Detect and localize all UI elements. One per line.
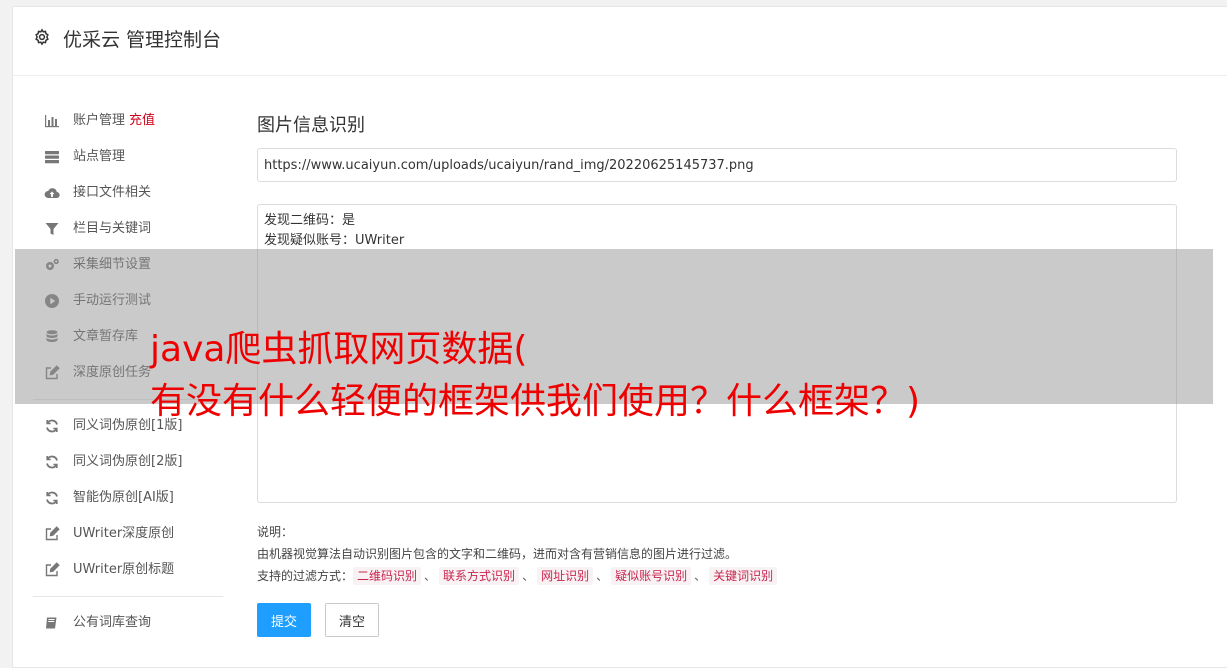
sidebar-item-public-lexicon[interactable]: 公有词库查询: [33, 605, 223, 641]
sidebar-item-uwriter-title[interactable]: UWriter原创标题: [33, 552, 223, 588]
sidebar-item-columns-keywords[interactable]: 栏目与关键词: [33, 211, 223, 247]
description-block: 说明： 由机器视觉算法自动识别图片包含的文字和二维码，进而对含有营销信息的图片进…: [257, 521, 778, 587]
sidebar-item-label: UWriter深度原创: [73, 526, 175, 541]
filter-methods: 支持的过滤方式： 二维码识别、联系方式识别、网址识别、疑似账号识别、关键词识别: [257, 565, 778, 587]
server-icon: [44, 149, 60, 165]
filter-tag: 疑似账号识别: [611, 567, 692, 585]
caption-line: java爬虫抓取网页数据(: [150, 329, 528, 370]
sidebar-item-ai-rewrite[interactable]: 智能伪原创[AI版]: [33, 480, 223, 516]
filter-tag: 二维码识别: [353, 567, 422, 585]
filter-label: 支持的过滤方式：: [257, 569, 354, 583]
console-header: 优采云 管理控制台: [13, 7, 1227, 76]
edit-icon: [44, 526, 60, 542]
submit-button[interactable]: 提交: [257, 603, 311, 637]
gear-icon: [35, 28, 49, 46]
bar-chart-icon: [44, 113, 60, 129]
sidebar-item-label: 账户管理: [73, 113, 126, 128]
edit-icon: [44, 562, 60, 578]
recharge-link[interactable]: 充值: [129, 113, 155, 128]
sidebar-item-label: 公有词库查询: [73, 615, 152, 630]
sidebar-item-api-files[interactable]: 接口文件相关: [33, 175, 223, 211]
sidebar-divider: [33, 596, 223, 597]
filter-separator: 、: [522, 569, 535, 583]
main-panel: 图片信息识别 发现二维码：是 发现疑似账号：UWriter 说明： 由机器视觉算…: [257, 107, 1177, 637]
refresh-icon: [44, 418, 60, 434]
filter-icon: [44, 221, 60, 237]
sidebar-item-synonym-v2[interactable]: 同义词伪原创[2版]: [33, 444, 223, 480]
result-line: 发现疑似账号：UWriter: [264, 233, 405, 248]
filter-separator: 、: [596, 569, 609, 583]
filter-tag: 关键词识别: [709, 567, 778, 585]
sidebar-item-label: 站点管理: [73, 149, 126, 164]
sidebar-item-label: 智能伪原创[AI版]: [73, 490, 174, 505]
filter-separator: 、: [694, 569, 707, 583]
refresh-icon: [44, 454, 60, 470]
sidebar-item-label: 同义词伪原创[2版]: [73, 454, 183, 469]
refresh-icon: [44, 490, 60, 506]
sidebar-item-sites[interactable]: 站点管理: [33, 139, 223, 175]
filter-tag: 联系方式识别: [439, 567, 520, 585]
sidebar-item-label: UWriter原创标题: [73, 562, 175, 577]
filter-tag: 网址识别: [537, 567, 594, 585]
caption-line: 有没有什么轻便的框架供我们使用？什么框架？): [150, 381, 921, 422]
description-text: 由机器视觉算法自动识别图片包含的文字和二维码，进而对含有营销信息的图片进行过滤。: [257, 547, 738, 561]
caption-overlay-text: java爬虫抓取网页数据( 有没有什么轻便的框架供我们使用？什么框架？): [150, 324, 1210, 428]
clear-button[interactable]: 清空: [325, 603, 379, 637]
sidebar-item-label: 接口文件相关: [73, 185, 152, 200]
sidebar-item-uwriter-deep[interactable]: UWriter深度原创: [33, 516, 223, 552]
image-url-input[interactable]: [257, 148, 1177, 182]
filter-separator: 、: [424, 569, 437, 583]
cloud-upload-icon: [44, 185, 60, 201]
book-icon: [44, 615, 60, 631]
page-title: 优采云 管理控制台: [63, 29, 222, 51]
section-title: 图片信息识别: [257, 115, 365, 136]
result-line: 发现二维码：是: [264, 213, 356, 228]
description-label: 说明：: [257, 525, 294, 539]
sidebar-item-account[interactable]: 账户管理 充值: [33, 103, 223, 139]
sidebar-item-label: 栏目与关键词: [73, 221, 152, 236]
